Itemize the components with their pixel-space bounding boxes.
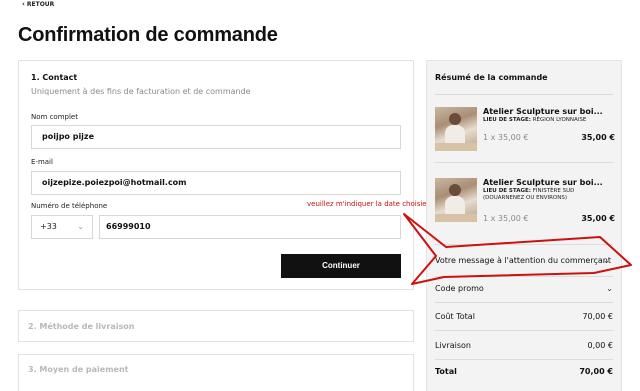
item-price: 35,00 € [581,214,615,223]
chevron-left-icon: ‹ [22,0,25,8]
page-title: Confirmation de commande [18,24,278,46]
total-label: Total [435,367,457,376]
shipping-row: Livraison 0,00 € [435,341,613,350]
payment-section-title: 3. Moyen de paiement [28,365,129,374]
back-link[interactable]: ‹ RETOUR [22,0,54,8]
subtotal-label: Coût Total [435,312,475,321]
phone-country-select[interactable]: +33 ⌄ [31,215,93,239]
subtotal-row: Coût Total 70,00 € [435,312,613,321]
item-quantity: 1 x 35,00 € [483,214,529,223]
phone-label: Numéro de téléphone [31,202,108,210]
shipping-label: Livraison [435,341,471,350]
product-image [435,178,477,222]
name-label: Nom complet [31,113,78,121]
summary-item: Atelier Sculpture sur boi... LIEU DE STA… [435,178,615,226]
product-image [435,107,477,151]
promo-code-label: Code promo [435,284,484,293]
continue-button[interactable]: Continuer [281,254,401,278]
summary-item: Atelier Sculpture sur boi... LIEU DE STA… [435,107,615,155]
item-location-label: LIEU DE STAGE: [483,117,531,123]
summary-title: Résumé de la commande [435,73,548,82]
subtotal-value: 70,00 € [582,312,613,321]
item-name: Atelier Sculpture sur boi... [483,178,603,187]
contact-section: 1. Contact Uniquement à des fins de fact… [18,60,414,290]
email-label: E-mail [31,158,53,166]
contact-section-subtitle: Uniquement à des fins de facturation et … [31,87,251,96]
item-location: LIEU DE STAGE: FINISTÈRE SUD (DOUARNENEZ… [483,188,593,202]
shipping-value: 0,00 € [587,341,613,350]
shipping-section[interactable]: 2. Méthode de livraison [18,310,414,342]
total-row: Total 70,00 € [435,367,613,376]
chevron-down-icon: ⌄ [606,284,613,293]
chevron-down-icon: ⌄ [603,256,610,265]
phone-country-code: +33 [40,222,57,231]
back-label: RETOUR [26,0,55,8]
promo-code-toggle[interactable]: Code promo ⌄ [435,284,613,293]
phone-field[interactable]: 66999010 [99,215,401,239]
divider [435,244,613,245]
annotation-text: veuillez m'indiquer la date choisie [307,200,427,208]
order-summary: Résumé de la commande Atelier Sculpture … [426,60,622,391]
divider [435,359,613,360]
item-location-value: RÉGION LYONNAISE [532,117,587,123]
item-price: 35,00 € [581,133,615,142]
divider [435,276,613,277]
total-value: 70,00 € [579,367,613,376]
payment-section[interactable]: 3. Moyen de paiement [18,354,414,391]
divider [435,330,613,331]
merchant-message-label: Votre message à l'attention du commerçan… [435,256,611,265]
item-location-label: LIEU DE STAGE: [483,188,531,194]
name-field[interactable]: poijpo pijze [31,125,401,149]
chevron-down-icon: ⌄ [77,222,84,231]
item-location: LIEU DE STAGE: RÉGION LYONNAISE [483,117,593,124]
item-quantity: 1 x 35,00 € [483,133,529,142]
divider [435,94,613,95]
shipping-section-title: 2. Méthode de livraison [28,322,135,331]
divider [435,162,613,163]
item-name: Atelier Sculpture sur boi... [483,107,603,116]
contact-section-title: 1. Contact [31,73,78,82]
merchant-message-toggle[interactable]: Votre message à l'attention du commerçan… [435,256,613,265]
email-field[interactable]: oijzepize.poiezpoi@hotmail.com [31,171,401,195]
divider [435,302,613,303]
